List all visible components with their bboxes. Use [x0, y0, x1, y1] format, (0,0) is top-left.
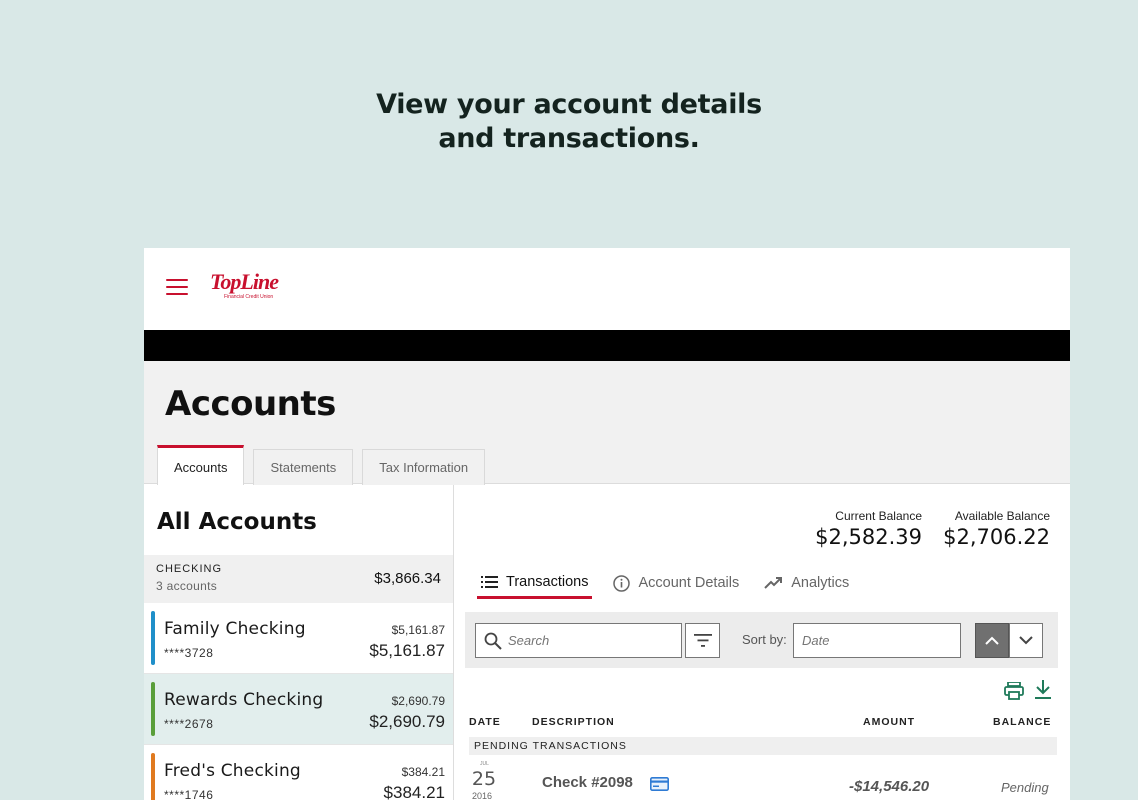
current-balance-value: $2,582.39 — [815, 525, 922, 549]
account-small-balance: $5,161.87 — [391, 623, 445, 637]
account-name: Fred's Checking — [164, 761, 301, 781]
promo-headline: View your account details and transactio… — [0, 88, 1138, 156]
tab-analytics-label: Analytics — [791, 575, 850, 591]
page-tabs: Accounts Statements Tax Information — [157, 445, 494, 485]
app-window: TopLine Financial Credit Union Accounts … — [144, 248, 1070, 800]
transaction-row[interactable]: JUL 25 2016 Check #2098 -$14,546.20 Pend… — [469, 758, 1059, 800]
account-detail: Current Balance $2,582.39 Available Bala… — [455, 485, 1070, 800]
filter-icon — [693, 634, 712, 647]
headline-line-2: and transactions. — [438, 123, 700, 154]
download-icon[interactable] — [1034, 680, 1052, 705]
tab-tax-information[interactable]: Tax Information — [362, 449, 486, 485]
list-icon — [481, 575, 498, 588]
account-color-bar — [151, 753, 155, 800]
account-group-checking[interactable]: CHECKING 3 accounts $3,866.34 — [144, 555, 453, 603]
tab-account-details-label: Account Details — [638, 575, 740, 591]
account-balance: $384.21 — [383, 783, 445, 800]
available-balance-value: $2,706.22 — [943, 525, 1050, 549]
tab-accounts[interactable]: Accounts — [157, 445, 245, 485]
account-name: Family Checking — [164, 619, 306, 639]
sort-by-label: Sort by: — [742, 632, 787, 647]
logo-subtitle: Financial Credit Union — [224, 294, 274, 300]
column-description[interactable]: DESCRIPTION — [532, 716, 615, 728]
tx-day: 25 — [471, 768, 497, 790]
transaction-filter-bar: Sort by: — [465, 612, 1058, 668]
tab-transactions-label: Transactions — [506, 573, 589, 590]
trending-up-icon — [764, 577, 783, 589]
sort-input[interactable] — [802, 633, 952, 648]
account-color-bar — [151, 682, 155, 736]
tab-account-details[interactable]: Account Details — [609, 567, 743, 599]
account-small-balance: $384.21 — [401, 765, 445, 779]
tx-amount: -$14,546.20 — [849, 778, 930, 795]
tab-statements[interactable]: Statements — [253, 449, 354, 485]
transactions-table-header: DATE DESCRIPTION AMOUNT BALANCE — [469, 716, 1059, 732]
column-amount[interactable]: AMOUNT — [863, 716, 915, 728]
tab-transactions[interactable]: Transactions — [477, 567, 593, 599]
sort-ascending-button[interactable] — [975, 623, 1009, 658]
top-bar: TopLine Financial Credit Union — [144, 248, 1070, 330]
search-input[interactable] — [508, 633, 658, 648]
column-date[interactable]: DATE — [469, 716, 501, 728]
available-balance: Available Balance $2,706.22 — [943, 509, 1050, 549]
current-balance: Current Balance $2,582.39 — [815, 509, 922, 549]
pending-transactions-header: PENDING TRANSACTIONS — [469, 737, 1057, 755]
chevron-up-icon — [985, 636, 999, 645]
column-balance[interactable]: BALANCE — [993, 716, 1051, 728]
topline-logo[interactable]: TopLine Financial Credit Union — [210, 269, 279, 306]
info-icon — [613, 574, 631, 592]
account-item-freds-checking[interactable]: Fred's Checking ****1746 $384.21 $384.21 — [144, 745, 453, 800]
check-image-icon[interactable] — [650, 777, 669, 791]
account-balance: $5,161.87 — [369, 641, 445, 660]
logo-wordmark: TopLine — [210, 269, 279, 294]
headline-line-1: View your account details — [376, 89, 762, 120]
account-number: ****1746 — [164, 788, 214, 800]
tab-analytics[interactable]: Analytics — [760, 567, 853, 599]
group-total: $3,866.34 — [374, 570, 441, 587]
accounts-header: Accounts Accounts Statements Tax Informa… — [144, 361, 1070, 485]
chevron-down-icon — [1019, 636, 1033, 645]
page-title: Accounts — [165, 384, 336, 424]
accounts-body: All Accounts CHECKING 3 accounts $3,866.… — [144, 485, 1070, 800]
account-item-family-checking[interactable]: Family Checking ****3728 $5,161.87 $5,16… — [144, 603, 453, 674]
current-balance-label: Current Balance — [835, 509, 922, 523]
available-balance-label: Available Balance — [954, 509, 1050, 523]
account-item-rewards-checking[interactable]: Rewards Checking ****2678 $2,690.79 $2,6… — [144, 674, 453, 745]
print-icon[interactable] — [1004, 681, 1024, 705]
account-small-balance: $2,690.79 — [391, 694, 445, 708]
filter-button[interactable] — [685, 623, 720, 658]
sort-field[interactable] — [793, 623, 961, 658]
search-icon — [484, 632, 502, 650]
account-name: Rewards Checking — [164, 690, 324, 710]
tx-balance: Pending — [1001, 780, 1049, 795]
sort-descending-button[interactable] — [1009, 623, 1043, 658]
tx-year: 2016 — [472, 791, 493, 800]
search-field[interactable] — [475, 623, 682, 658]
account-number: ****3728 — [164, 646, 214, 660]
menu-icon[interactable] — [166, 279, 188, 295]
account-balance: $2,690.79 — [369, 712, 445, 731]
accounts-sidebar: All Accounts CHECKING 3 accounts $3,866.… — [144, 485, 454, 800]
account-number: ****2678 — [164, 717, 214, 731]
detail-tabs: Transactions Account Details Analytics — [477, 567, 870, 599]
nav-bar — [144, 330, 1070, 361]
tx-month: JUL — [480, 761, 489, 767]
tx-description: Check #2098 — [542, 774, 633, 791]
sidebar-heading: All Accounts — [157, 509, 317, 535]
account-color-bar — [151, 611, 155, 665]
